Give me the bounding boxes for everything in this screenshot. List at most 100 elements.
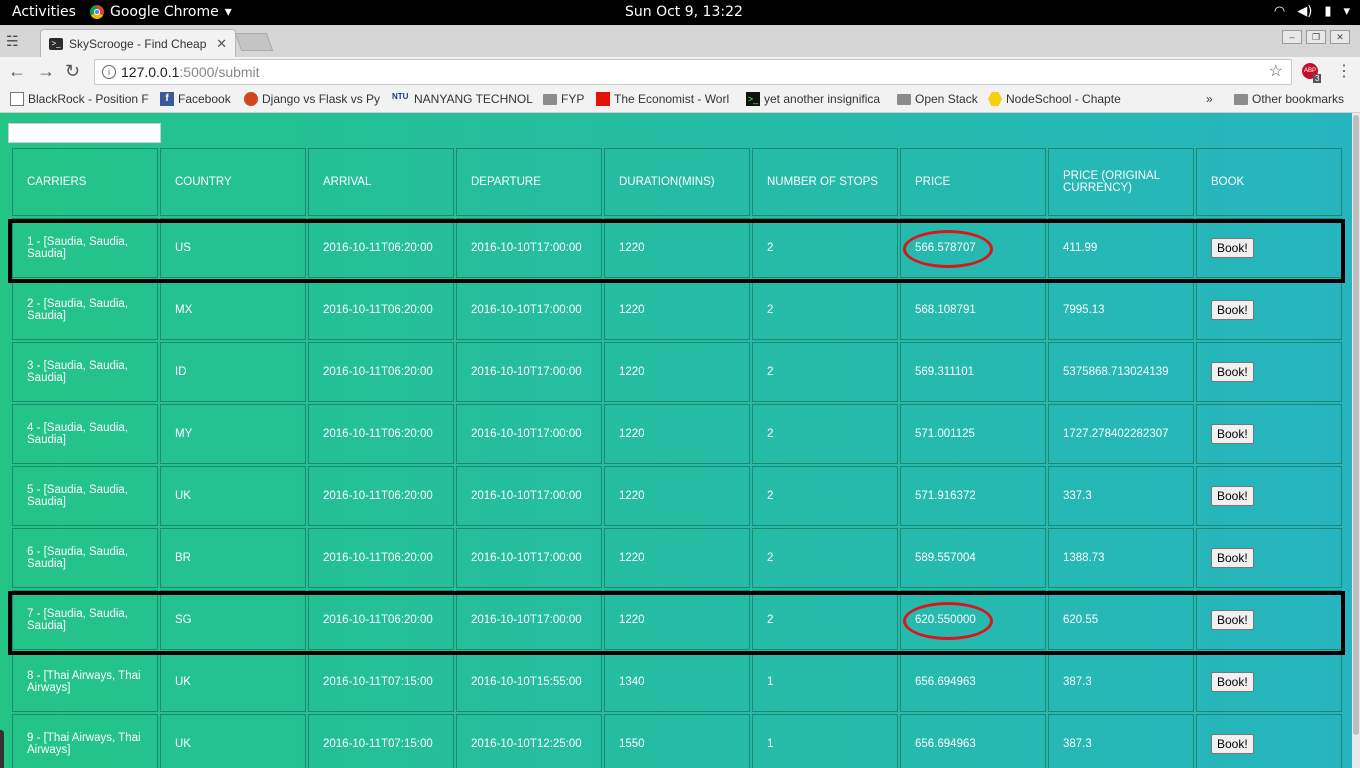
- close-tab-icon[interactable]: ✕: [216, 36, 227, 52]
- bookmarks-overflow-chevron-icon[interactable]: »: [1206, 92, 1213, 106]
- site-info-icon[interactable]: i: [102, 65, 116, 79]
- stops-cell: 2: [752, 466, 898, 526]
- country-cell: BR: [160, 528, 306, 588]
- forward-arrow-icon[interactable]: →: [37, 61, 55, 82]
- volume-icon: ◀): [1297, 4, 1313, 19]
- system-top-bar: Activities Google Chrome ▾ Sun Oct 9, 13…: [0, 0, 1360, 25]
- terminal-favicon-icon: >_: [49, 37, 63, 50]
- country-cell: MX: [160, 280, 306, 340]
- browser-toolbar: ← → ↻ i 127.0.0.1:5000/submit ☆ ABP 3 ⋮: [0, 57, 1360, 87]
- bookmark-item[interactable]: NodeSchool - Chapte: [988, 92, 1121, 106]
- ntu-icon: NTU: [392, 92, 409, 101]
- duration-cell: 1220: [604, 218, 750, 278]
- country-cell: SG: [160, 590, 306, 650]
- bookmark-item[interactable]: Open Stack: [897, 92, 978, 106]
- original-price-cell: 387.3: [1048, 652, 1194, 712]
- book-button[interactable]: Book!: [1211, 548, 1254, 568]
- bookmark-label: FYP: [561, 92, 585, 106]
- book-cell: Book!: [1196, 714, 1342, 768]
- other-bookmarks[interactable]: Other bookmarks: [1234, 92, 1344, 106]
- carriers-cell: 4 - [Saudia, Saudia, Saudia]: [12, 404, 158, 464]
- minimize-button[interactable]: –: [1282, 30, 1302, 44]
- doc-icon: [10, 92, 24, 106]
- search-input[interactable]: [8, 123, 161, 143]
- bookmark-item[interactable]: NTU NANYANG TECHNOL: [392, 92, 533, 106]
- arrival-cell: 2016-10-11T06:20:00: [308, 528, 454, 588]
- book-button[interactable]: Book!: [1211, 362, 1254, 382]
- duration-cell: 1340: [604, 652, 750, 712]
- column-header: DURATION(MINS): [604, 148, 750, 216]
- stops-cell: 1: [752, 714, 898, 768]
- bookmark-label: The Economist - Worl: [614, 92, 730, 106]
- price-cell: 569.311101: [900, 342, 1046, 402]
- window-edge: [0, 730, 4, 768]
- back-arrow-icon[interactable]: ←: [8, 61, 26, 82]
- carriers-cell: 6 - [Saudia, Saudia, Saudia]: [12, 528, 158, 588]
- book-button[interactable]: Book!: [1211, 238, 1254, 258]
- activities-button[interactable]: Activities: [12, 4, 76, 20]
- bookmark-item[interactable]: Django vs Flask vs Py: [244, 92, 380, 106]
- address-bar[interactable]: i 127.0.0.1:5000/submit ☆: [94, 59, 1292, 85]
- page-scrollbar[interactable]: [1352, 113, 1360, 768]
- price-cell: 568.108791: [900, 280, 1046, 340]
- system-clock[interactable]: Sun Oct 9, 13:22: [625, 4, 743, 20]
- departure-cell: 2016-10-10T17:00:00: [456, 404, 602, 464]
- country-cell: ID: [160, 342, 306, 402]
- bookmark-label: NANYANG TECHNOL: [414, 92, 533, 106]
- arrival-cell: 2016-10-11T06:20:00: [308, 466, 454, 526]
- book-cell: Book!: [1196, 280, 1342, 340]
- bookmark-star-icon[interactable]: ☆: [1269, 60, 1283, 84]
- carriers-cell: 7 - [Saudia, Saudia, Saudia]: [12, 590, 158, 650]
- tab-strip: ☵ >_ SkyScrooge - Find Cheap ✕ – ❐ ✕: [0, 25, 1360, 57]
- bookmark-item[interactable]: >_ yet another insignifica: [746, 92, 880, 106]
- app-menu-label: Google Chrome: [110, 4, 219, 20]
- book-button[interactable]: Book!: [1211, 672, 1254, 692]
- book-cell: Book!: [1196, 590, 1342, 650]
- original-price-cell: 5375868.713024139: [1048, 342, 1194, 402]
- carriers-cell: 1 - [Saudia, Saudia, Saudia]: [12, 218, 158, 278]
- bookmark-item[interactable]: f Facebook: [160, 92, 231, 106]
- table-row: 4 - [Saudia, Saudia, Saudia] MY 2016-10-11…: [12, 404, 1342, 464]
- price-cell: 566.578707: [900, 218, 1046, 278]
- browser-tab[interactable]: >_ SkyScrooge - Find Cheap ✕: [40, 29, 236, 57]
- country-cell: UK: [160, 466, 306, 526]
- wifi-icon: ◠: [1273, 4, 1286, 19]
- bookmark-item[interactable]: FYP: [543, 92, 584, 106]
- bookmark-item[interactable]: The Economist - Worl: [596, 92, 729, 106]
- close-window-button[interactable]: ✕: [1330, 30, 1350, 44]
- carriers-cell: 3 - [Saudia, Saudia, Saudia]: [12, 342, 158, 402]
- book-button[interactable]: Book!: [1211, 300, 1254, 320]
- scrollbar-thumb[interactable]: [1353, 115, 1359, 735]
- stops-cell: 1: [752, 652, 898, 712]
- bookmark-label: Facebook: [178, 92, 231, 106]
- app-menu[interactable]: Google Chrome ▾: [90, 4, 232, 20]
- original-price-cell: 1388.73: [1048, 528, 1194, 588]
- duration-cell: 1220: [604, 280, 750, 340]
- price-cell: 656.694963: [900, 652, 1046, 712]
- column-header: BOOK: [1196, 148, 1342, 216]
- restore-button[interactable]: ❐: [1306, 30, 1326, 44]
- book-button[interactable]: Book!: [1211, 734, 1254, 754]
- duration-cell: 1220: [604, 404, 750, 464]
- book-button[interactable]: Book!: [1211, 486, 1254, 506]
- economist-icon: [596, 92, 610, 106]
- new-tab-button[interactable]: [234, 33, 274, 51]
- book-button[interactable]: Book!: [1211, 610, 1254, 630]
- browser-menu-icon[interactable]: ⋮: [1336, 61, 1352, 81]
- system-tray[interactable]: ◠ ◀) ▮ ▾: [1274, 4, 1350, 19]
- departure-cell: 2016-10-10T17:00:00: [456, 528, 602, 588]
- original-price-cell: 387.3: [1048, 714, 1194, 768]
- terminal-icon: >_: [746, 92, 760, 106]
- bookmark-item[interactable]: BlackRock - Position F: [10, 92, 149, 106]
- price-cell: 620.550000: [900, 590, 1046, 650]
- book-cell: Book!: [1196, 528, 1342, 588]
- arrival-cell: 2016-10-11T06:20:00: [308, 280, 454, 340]
- chevron-down-icon: ▾: [224, 4, 232, 20]
- carriers-cell: 9 - [Thai Airways, Thai Airways]: [12, 714, 158, 768]
- reload-icon[interactable]: ↻: [65, 61, 80, 82]
- book-cell: Book!: [1196, 404, 1342, 464]
- book-cell: Book!: [1196, 342, 1342, 402]
- book-button[interactable]: Book!: [1211, 424, 1254, 444]
- original-price-cell: 1727.278402282307: [1048, 404, 1194, 464]
- url-host: 127.0.0.1: [121, 64, 180, 80]
